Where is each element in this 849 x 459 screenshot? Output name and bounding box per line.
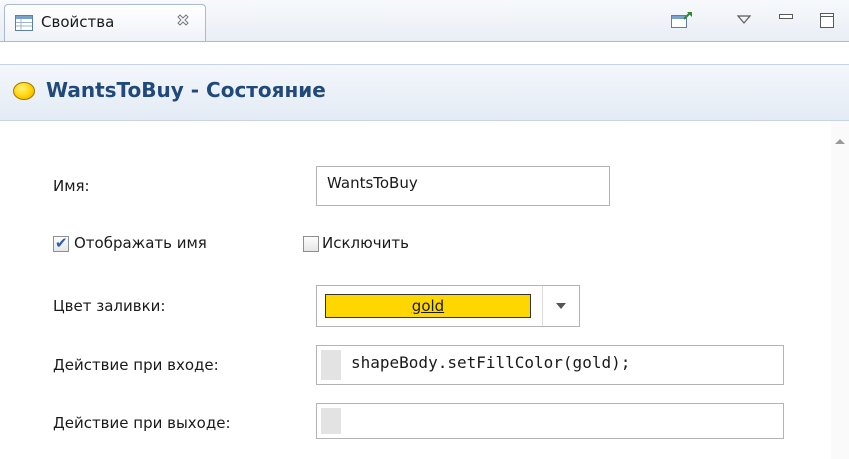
entry-action-field[interactable]: shapeBody.setFillColor(gold); xyxy=(316,345,784,385)
exclude-label: Исключить xyxy=(322,234,409,252)
checkmark-icon: ✔ xyxy=(55,234,68,252)
fill-color-value: gold xyxy=(411,297,445,315)
minimize-icon[interactable] xyxy=(777,10,795,30)
name-label: Имя: xyxy=(53,177,90,195)
view-menu-icon[interactable] xyxy=(735,10,753,30)
chevron-down-icon[interactable] xyxy=(542,286,579,326)
tab-properties-label: Свойства xyxy=(41,13,115,31)
code-gutter xyxy=(321,350,341,380)
tab-properties[interactable]: Свойства xyxy=(4,4,206,41)
scroll-up-icon[interactable] xyxy=(835,139,845,144)
fill-color-label: Цвет заливки: xyxy=(53,297,166,315)
vertical-scrollbar[interactable] xyxy=(831,121,849,459)
close-icon[interactable] xyxy=(175,13,191,29)
exclude-checkbox[interactable] xyxy=(303,236,319,252)
show-name-checkbox[interactable]: ✔ xyxy=(53,234,69,252)
name-field[interactable]: WantsToBuy xyxy=(316,166,610,206)
view-tab-bar: Свойства xyxy=(0,0,849,42)
show-name-label: Отображать имя xyxy=(74,234,207,252)
fill-color-combo[interactable]: gold xyxy=(316,285,580,327)
pin-icon[interactable] xyxy=(670,10,694,30)
properties-icon xyxy=(15,15,33,31)
page-title: WantsToBuy - Состояние xyxy=(46,78,326,102)
fill-color-swatch: gold xyxy=(325,294,531,318)
maximize-icon[interactable] xyxy=(817,10,837,30)
properties-header: WantsToBuy - Состояние xyxy=(0,64,849,121)
exit-action-field[interactable] xyxy=(316,403,784,439)
state-icon xyxy=(13,82,35,100)
entry-action-label: Действие при входе: xyxy=(53,356,219,374)
exit-action-label: Действие при выходе: xyxy=(53,414,231,432)
entry-action-code: shapeBody.setFillColor(gold); xyxy=(351,353,631,372)
code-gutter xyxy=(321,408,341,434)
